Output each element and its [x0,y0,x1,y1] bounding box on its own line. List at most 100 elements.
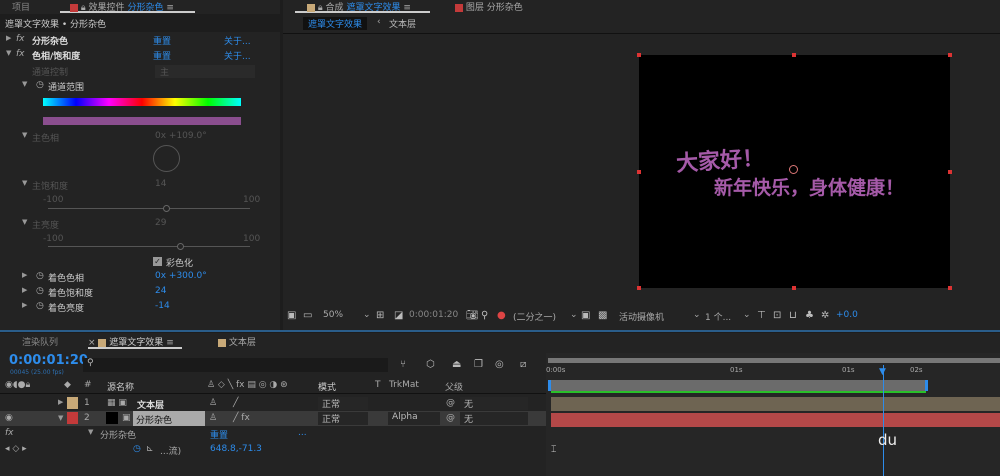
exposure-value[interactable]: +0.0 [836,310,858,320]
transform-handle[interactable] [792,53,796,57]
playhead-handle[interactable]: ▼ [879,367,886,377]
colorize-checkbox[interactable]: ✓ [153,257,162,266]
layer-search-input[interactable]: ⚲ [83,358,388,372]
tab-timeline-comp[interactable]: × 遮罩文字效果 ≡ [88,335,182,349]
master-hue-dial[interactable] [153,145,180,172]
always-preview-icon[interactable]: ▣ [287,310,296,321]
chevron-down-icon[interactable]: ⌄ [363,310,371,320]
master-lightness-slider[interactable] [48,243,250,250]
transform-handle[interactable] [948,170,952,174]
show-snapshot-icon[interactable]: ⚲ [481,310,488,321]
colorize-saturation-value[interactable]: 24 [155,286,166,296]
fast-preview-icon[interactable]: ⊡ [773,310,781,321]
reset-link[interactable]: 重置 [153,49,171,62]
menu-icon[interactable]: ≡ [403,3,411,13]
fx-icon[interactable]: fx [16,34,25,44]
layer-label-color[interactable] [67,412,78,424]
menu-icon[interactable]: ≡ [166,338,174,348]
shy-switch-icon[interactable]: ♙ [209,398,217,408]
composition-mini-flowchart-icon[interactable]: ⑂ [400,359,406,370]
column-source-name[interactable]: 源名称 [107,380,134,393]
tab-render-queue[interactable]: 渲染队列 [22,335,58,348]
comp-nav-other[interactable]: 文本层 [389,17,416,30]
chevron-down-icon[interactable]: ⌄ [743,310,751,320]
camera-snapshot-icon[interactable]: 📷︎ [466,310,479,321]
graph-icon[interactable]: ⊾ [146,444,154,454]
zoom-select[interactable]: 50% [323,310,343,320]
work-area-bar[interactable] [548,380,928,391]
camera-select[interactable]: 活动摄像机 [619,310,664,323]
effect-row[interactable]: fx ▼ 分形杂色 重置 ... [0,428,548,442]
monitor-icon[interactable]: ▭ [303,310,312,321]
collapse-icon[interactable]: ▼ [88,428,93,436]
mask-visibility-icon[interactable]: ◪ [394,310,403,321]
layer-bar-text[interactable] [551,397,1000,411]
comp-nav-active[interactable]: 遮罩文字效果 [303,17,368,30]
draft-3d-icon[interactable]: ⬡ [426,359,435,370]
stopwatch-icon[interactable]: ◷ [133,444,141,454]
collapse-icon[interactable]: ▼ [6,49,11,57]
tab-text-layer[interactable]: 文本层 [218,335,256,348]
eye-icon[interactable]: ◉ [5,413,13,423]
chevron-down-icon[interactable]: ⌄ [693,310,701,320]
views-select[interactable]: 1 个... [705,310,731,323]
playhead[interactable] [883,365,884,476]
master-saturation-slider[interactable] [48,205,250,212]
track-matte-select[interactable]: Alpha [388,412,440,425]
grid-icon[interactable]: ⊞ [376,310,384,321]
master-saturation-value[interactable]: 14 [155,179,166,189]
tab-layer[interactable]: 图层 分形杂色 [455,0,523,13]
tab-project[interactable]: 项目 [12,0,30,13]
reset-link[interactable]: 重置 [210,428,228,441]
colorize-lightness-value[interactable]: -14 [155,301,170,311]
stopwatch-icon[interactable]: ◷ [36,286,44,296]
graph-editor-icon[interactable]: ⧄ [520,359,526,370]
stopwatch-icon[interactable]: ◷ [36,271,44,281]
time-navigator[interactable] [548,358,1000,363]
tab-composition[interactable]: 🔒︎ 合成 遮罩文字效果 ≡ [295,0,430,13]
pickwhip-icon[interactable]: @ [446,398,455,408]
transform-handle[interactable] [792,286,796,290]
parent-select[interactable]: 无 [460,412,528,425]
slider-handle[interactable] [177,243,185,250]
transform-handle[interactable] [948,53,952,57]
shy-switch-icon[interactable]: ♙ [209,413,217,423]
toggle-pixel-icon[interactable]: ⊤ [757,310,766,321]
expand-icon[interactable]: ▶ [58,398,63,406]
about-link[interactable]: 关于... [224,34,251,47]
resolution-select[interactable]: (二分之一) [513,310,556,323]
layer-label-color[interactable] [67,397,78,409]
region-of-interest-icon[interactable]: ▣ [581,310,590,321]
keyframe-icon[interactable]: ⌶ [551,445,556,455]
layer-bar-fractal[interactable] [551,413,1000,427]
stopwatch-icon[interactable]: ◷ [36,80,44,90]
layer-row-selected[interactable]: ◉ ▼ 2 ▣ 分形杂色 ♙ ╱ fx 正常 Alpha @ 无 [0,411,548,426]
reset-link[interactable]: 重置 [153,34,171,47]
effect-hue-saturation[interactable]: ▼ fx 色相/饱和度 重置 关于... [0,49,270,63]
layer-name[interactable]: 文本层 [137,398,164,411]
blend-mode-select[interactable]: 正常 [318,397,368,410]
current-time-field[interactable]: 0:00:01:20 [409,310,458,320]
expand-icon[interactable]: ▶ [6,34,11,42]
menu-icon[interactable]: ≡ [166,3,174,13]
master-lightness-value[interactable]: 29 [155,218,166,228]
frame-blending-icon[interactable]: ❐ [474,359,483,370]
collapse-icon[interactable]: ▼ [22,80,27,88]
stopwatch-icon[interactable]: ◷ [36,301,44,311]
fx-icon[interactable]: fx [5,428,14,438]
property-row[interactable]: ◂ ◇ ▸ ◷ ⊾ ...流) 648.8,-71.3 [0,444,548,458]
expand-icon[interactable]: ▶ [22,301,27,309]
transform-handle[interactable] [948,286,952,290]
blend-mode-select[interactable]: 正常 [318,412,368,425]
quality-switch-icon[interactable]: ╱ [233,398,238,408]
chevron-down-icon[interactable]: ⌄ [570,310,578,320]
motion-blur-icon[interactable]: ◎ [495,359,504,370]
tab-effect-controls[interactable]: 🔒︎ 效果控件 分形杂色 ≡ [60,0,195,13]
options-link[interactable]: ... [298,428,307,438]
collapse-icon[interactable]: ▼ [58,414,63,422]
master-hue-value[interactable]: 0x +109.0° [155,131,207,141]
layer-name[interactable]: 分形杂色 [133,411,205,426]
property-value[interactable]: 648.8,-71.3 [210,444,262,454]
exposure-reset-icon[interactable]: ✲ [821,310,829,321]
fx-icon[interactable]: fx [16,49,25,59]
